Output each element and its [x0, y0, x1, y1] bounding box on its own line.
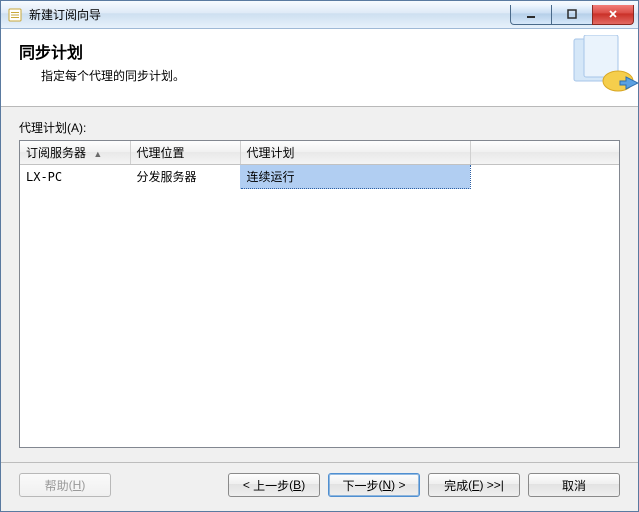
- agent-schedule-label: 代理计划(A):: [19, 119, 620, 136]
- col-header-subscriber-label: 订阅服务器: [26, 146, 86, 160]
- table-row[interactable]: LX-PC 分发服务器 连续运行: [20, 165, 619, 189]
- back-mnemonic: B: [293, 478, 301, 492]
- titlebar: 新建订阅向导: [1, 1, 638, 29]
- sort-asc-icon: ▲: [93, 149, 102, 159]
- col-header-subscriber[interactable]: 订阅服务器 ▲: [20, 141, 130, 165]
- cancel-button[interactable]: 取消: [528, 473, 620, 497]
- header-pane: 同步计划 指定每个代理的同步计划。: [1, 29, 638, 107]
- help-button[interactable]: 帮助 (H): [19, 473, 111, 497]
- cell-agent-schedule[interactable]: 连续运行: [240, 165, 470, 189]
- cell-subscriber: LX-PC: [20, 165, 130, 189]
- col-header-agent-location[interactable]: 代理位置: [130, 141, 240, 165]
- page-subtitle: 指定每个代理的同步计划。: [41, 67, 620, 84]
- col-header-agent-schedule-label: 代理计划: [247, 146, 295, 160]
- window-title: 新建订阅向导: [29, 6, 101, 23]
- window-controls: [511, 5, 634, 25]
- col-header-agent-schedule[interactable]: 代理计划: [240, 141, 470, 165]
- body-pane: 代理计划(A): 订阅服务器 ▲ 代理位置: [1, 107, 638, 448]
- cell-spacer: [470, 165, 619, 189]
- close-icon: [607, 8, 619, 20]
- help-mnemonic: H: [73, 478, 82, 492]
- back-button-label: 上一步: [253, 477, 289, 494]
- maximize-button[interactable]: [551, 5, 593, 25]
- cancel-button-label: 取消: [562, 477, 586, 494]
- page-title: 同步计划: [19, 39, 620, 63]
- help-button-label: 帮助: [45, 477, 69, 494]
- app-icon: [7, 7, 23, 23]
- col-header-spacer: [470, 141, 619, 165]
- next-button[interactable]: 下一步 (N) >: [328, 473, 420, 497]
- header-graphic-icon: [572, 35, 638, 95]
- cell-agent-location: 分发服务器: [130, 165, 240, 189]
- grid-header-row: 订阅服务器 ▲ 代理位置 代理计划: [20, 141, 619, 165]
- maximize-icon: [566, 8, 578, 20]
- footer-bar: 帮助 (H) < 上一步 (B) 下一步 (N) > 完成 (F) >>| 取消: [1, 462, 638, 511]
- finish-button[interactable]: 完成 (F) >>|: [428, 473, 520, 497]
- next-mnemonic: N: [383, 478, 392, 492]
- col-header-agent-location-label: 代理位置: [137, 146, 185, 160]
- next-button-label: 下一步: [342, 477, 378, 494]
- back-button[interactable]: < 上一步 (B): [228, 473, 320, 497]
- agent-schedule-grid[interactable]: 订阅服务器 ▲ 代理位置 代理计划 LX-PC: [19, 140, 620, 448]
- minimize-button[interactable]: [510, 5, 552, 25]
- finish-button-label: 完成: [444, 477, 468, 494]
- finish-mnemonic: F: [472, 478, 479, 492]
- wizard-window: 新建订阅向导 同步计划 指定每个代理的同步计划。: [0, 0, 639, 512]
- close-button[interactable]: [592, 5, 634, 25]
- minimize-icon: [525, 8, 537, 20]
